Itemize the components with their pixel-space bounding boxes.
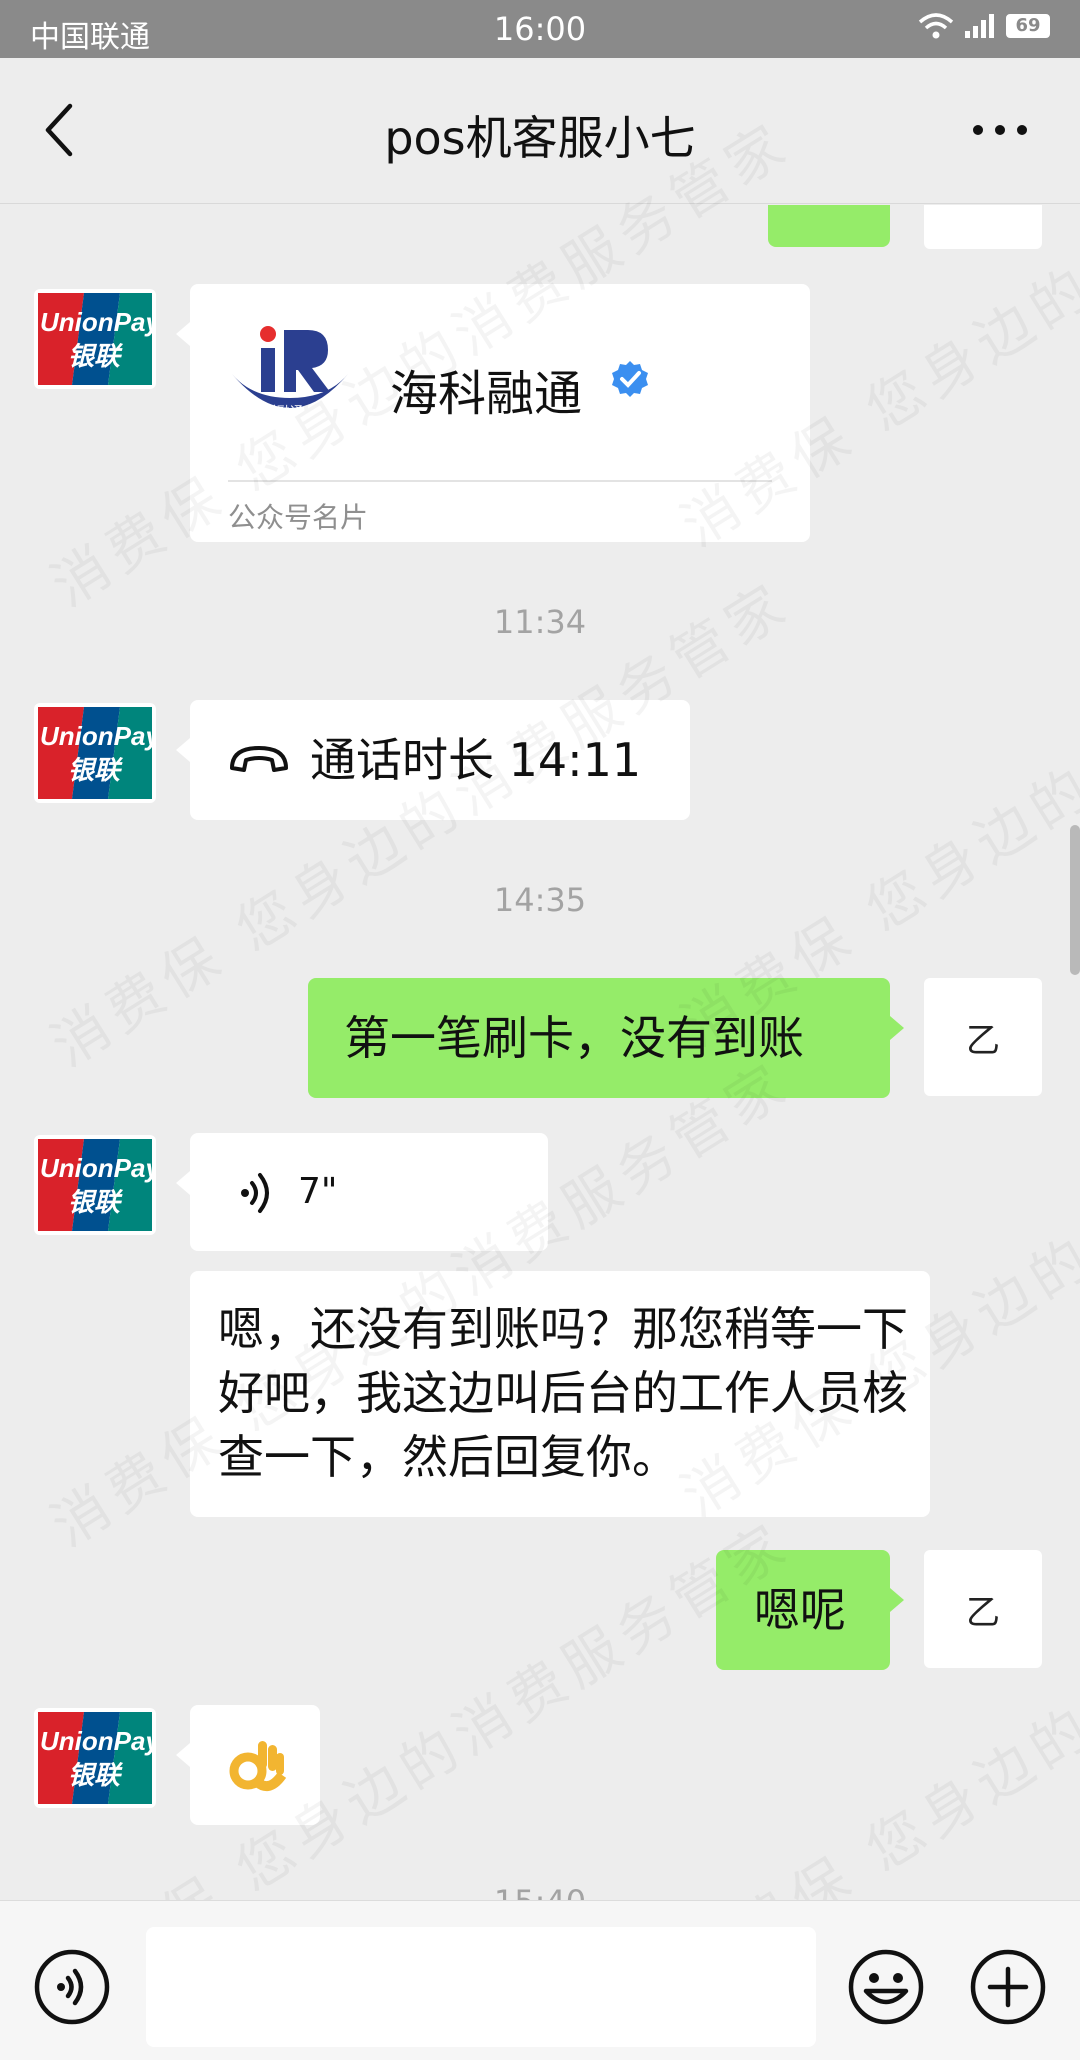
svg-text:银联: 银联 xyxy=(68,1188,124,1218)
sent-message-text: 第一笔刷卡，没有到账 xyxy=(344,1011,804,1065)
sent-message-text: 嗯呢 xyxy=(754,1583,846,1637)
status-icons: 69 xyxy=(918,12,1050,40)
phone-hangup-icon xyxy=(230,746,288,772)
input-bar xyxy=(0,1900,1080,2060)
svg-text:银联: 银联 xyxy=(68,1761,124,1791)
timestamp: 14:35 xyxy=(493,881,587,919)
unionpay-avatar[interactable]: UnionPay 银联 xyxy=(34,1708,156,1808)
timestamp: 15:40 xyxy=(0,1883,1080,1900)
signal-icon xyxy=(965,14,994,38)
voice-wave-icon xyxy=(241,1173,269,1213)
haike-logo-caption: 海科融通官方 xyxy=(251,404,329,420)
verified-badge-icon xyxy=(612,361,648,397)
scrollbar-thumb[interactable] xyxy=(1070,825,1080,975)
svg-text:银联: 银联 xyxy=(68,756,124,786)
unionpay-avatar[interactable]: UnionPay 银联 xyxy=(34,289,156,389)
account-name: 海科融通 xyxy=(390,366,583,422)
chat-area[interactable]: UnionPay 银联 海科融通官方 海科融通 公众号名片 11:34 Unio… xyxy=(0,205,1080,1900)
haike-logo: 海科融通官方 xyxy=(232,326,348,420)
previous-message-bubble[interactable] xyxy=(768,205,890,247)
self-avatar[interactable] xyxy=(924,205,1042,249)
card-divider xyxy=(228,480,772,482)
sent-message-bubble[interactable]: 第一笔刷卡，没有到账 xyxy=(308,978,904,1098)
unionpay-avatar[interactable]: UnionPay 银联 xyxy=(34,703,156,803)
chat-title: pos机客服小七 xyxy=(384,111,696,165)
received-message-text: 嗯，还没有到账吗？那您稍等一下好吧，我这边叫后台的工作人员核查一下，然后回复你。 xyxy=(218,1302,908,1484)
svg-text:UnionPay: UnionPay xyxy=(40,1726,156,1756)
battery-icon: 69 xyxy=(1006,14,1050,38)
call-duration-text: 通话时长 14:11 xyxy=(310,733,642,787)
status-bar: 中国联通 16:00 69 xyxy=(0,0,1080,58)
self-avatar[interactable]: 乙 xyxy=(924,1550,1042,1668)
svg-text:UnionPay: UnionPay xyxy=(40,721,156,751)
message-input[interactable] xyxy=(146,1927,816,2047)
timestamp: 11:34 xyxy=(493,603,587,641)
wifi-icon xyxy=(918,13,954,39)
received-message-bubble[interactable]: 嗯，还没有到账吗？那您稍等一下好吧，我这边叫后台的工作人员核查一下，然后回复你。 xyxy=(190,1271,930,1517)
unionpay-avatar[interactable]: UnionPay 银联 xyxy=(34,1135,156,1235)
self-avatar[interactable]: 乙 xyxy=(924,978,1042,1096)
sent-message-bubble[interactable]: 嗯呢 xyxy=(716,1550,904,1670)
voice-duration: 7" xyxy=(298,1171,338,1212)
chat-header: pos机客服小七 xyxy=(0,58,1080,204)
svg-text:银联: 银联 xyxy=(68,342,124,372)
emoji-icon[interactable] xyxy=(846,1947,926,2027)
svg-text:UnionPay: UnionPay xyxy=(40,1153,156,1183)
emoji-message-bubble[interactable] xyxy=(176,1705,320,1825)
ok-hand-emoji-icon xyxy=(229,1741,286,1791)
more-options-icon[interactable] xyxy=(970,118,1030,142)
card-type-label: 公众号名片 xyxy=(228,501,369,534)
voice-message-bubble[interactable]: 7" xyxy=(176,1133,548,1251)
voice-input-icon[interactable] xyxy=(32,1947,112,2027)
plus-icon[interactable] xyxy=(968,1947,1048,2027)
official-account-card[interactable]: 海科融通官方 海科融通 公众号名片 xyxy=(176,284,810,542)
call-record-bubble[interactable]: 通话时长 14:11 xyxy=(176,700,690,820)
svg-text:UnionPay: UnionPay xyxy=(40,307,156,337)
